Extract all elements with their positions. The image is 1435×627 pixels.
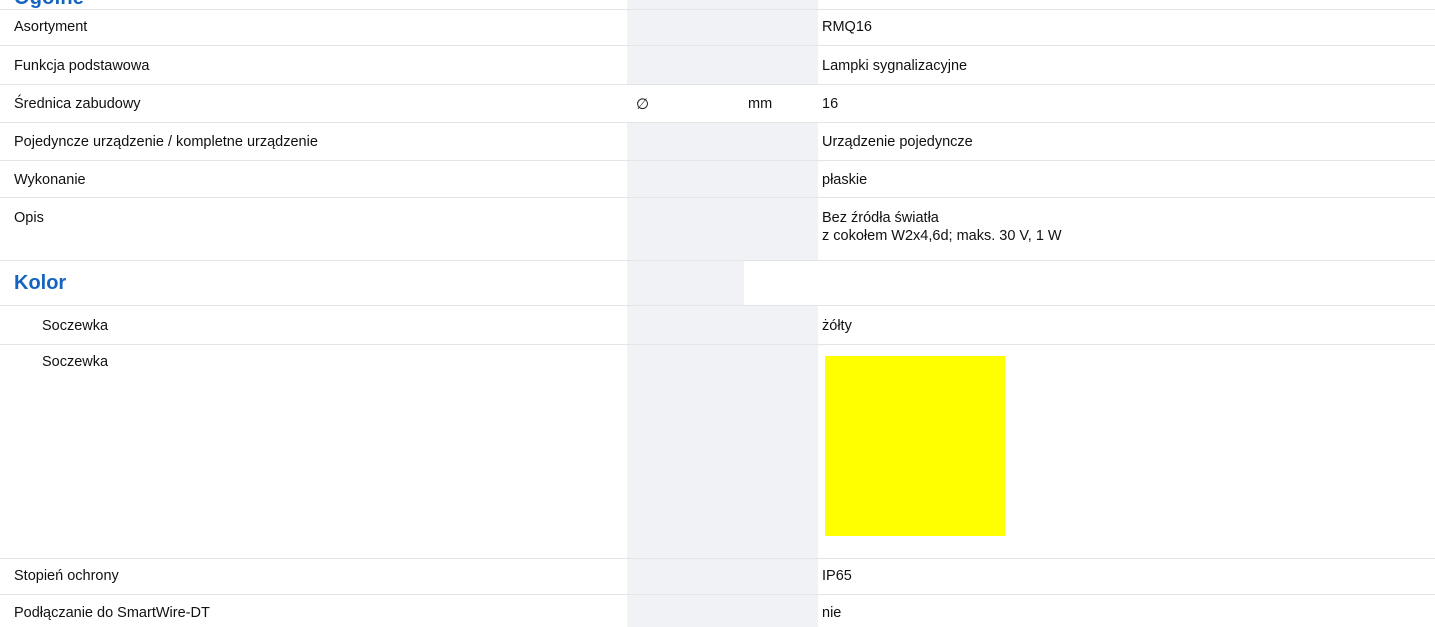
section-header-cut: Ogólne xyxy=(0,0,1435,9)
spec-unit-cell xyxy=(744,46,818,84)
spec-unit-cell xyxy=(744,161,818,197)
section-row-kolor: Kolor xyxy=(0,260,1435,305)
spec-symbol-cell xyxy=(627,10,744,45)
spec-row-stopien: Stopień ochrony IP65 xyxy=(0,558,1435,594)
spec-unit-cell xyxy=(744,10,818,45)
spec-label: Soczewka xyxy=(42,318,109,334)
spec-symbol-cell xyxy=(627,46,744,84)
spec-label: Średnica zabudowy xyxy=(14,96,141,112)
spec-row-funkcja: Funkcja podstawowa Lampki sygnalizacyjne xyxy=(0,45,1435,84)
spec-value-multiline: Bez źródła światła z cokołem W2x4,6d; ma… xyxy=(822,209,1062,245)
spec-value: Urządzenie pojedyncze xyxy=(822,134,973,150)
diameter-symbol: ∅ xyxy=(636,96,650,113)
spec-unit-cell xyxy=(744,559,818,594)
spec-symbol-cell xyxy=(627,161,744,197)
spec-value-line: z cokołem W2x4,6d; maks. 30 V, 1 W xyxy=(822,228,1062,244)
section-heading-general: Ogólne xyxy=(14,0,84,9)
spec-symbol-cell xyxy=(627,306,744,344)
spec-label: Soczewka xyxy=(42,354,109,370)
spec-unit-cell: mm xyxy=(744,85,818,122)
spec-symbol-cell xyxy=(627,345,744,558)
spec-label: Stopień ochrony xyxy=(14,568,119,584)
spec-unit-cell xyxy=(744,306,818,344)
spec-symbol-cell xyxy=(627,261,744,305)
spec-table: Ogólne Asortyment RMQ16 Funkcja podstawo… xyxy=(0,0,1435,627)
spec-label: Wykonanie xyxy=(14,172,86,188)
spec-symbol-cell xyxy=(627,123,744,160)
spec-value: Lampki sygnalizacyjne xyxy=(822,58,968,74)
spec-row-srednica: Średnica zabudowy ∅ mm 16 xyxy=(0,84,1435,122)
section-heading-kolor: Kolor xyxy=(14,272,67,294)
spec-unit-cell xyxy=(744,345,818,558)
spec-value: RMQ16 xyxy=(822,19,872,35)
spec-value: 16 xyxy=(822,96,839,112)
spec-label: Opis xyxy=(14,210,44,226)
spec-row-soczewka-swatch: Soczewka xyxy=(0,344,1435,558)
spec-label: Podłączanie do SmartWire-DT xyxy=(14,605,210,621)
spec-unit-cell xyxy=(744,198,818,260)
spec-row-smartwire: Podłączanie do SmartWire-DT nie xyxy=(0,594,1435,627)
spec-row-opis: Opis Bez źródła światła z cokołem W2x4,6… xyxy=(0,197,1435,260)
spec-value: żółty xyxy=(822,318,852,334)
spec-value: IP65 xyxy=(822,568,852,584)
spec-label: Pojedyncze urządzenie / kompletne urządz… xyxy=(14,134,318,150)
spec-row-wykonanie: Wykonanie płaskie xyxy=(0,160,1435,197)
spec-row-soczewka-kolor: Soczewka żółty xyxy=(0,305,1435,344)
spec-symbol-cell xyxy=(627,559,744,594)
spec-row-asortyment: Asortyment RMQ16 xyxy=(0,9,1435,45)
spec-value: płaskie xyxy=(822,172,868,188)
spec-label: Asortyment xyxy=(14,19,88,35)
spec-value-line: Bez źródła światła xyxy=(822,210,939,226)
spec-row-urzadzenie: Pojedyncze urządzenie / kompletne urządz… xyxy=(0,122,1435,160)
spec-symbol-cell: ∅ xyxy=(627,85,744,122)
spec-value: nie xyxy=(822,605,842,621)
spec-unit-cell xyxy=(744,123,818,160)
unit-mm: mm xyxy=(748,96,773,112)
spec-symbol-cell xyxy=(627,595,744,627)
color-swatch-yellow xyxy=(825,356,1005,536)
spec-symbol-cell xyxy=(627,198,744,260)
spec-label: Funkcja podstawowa xyxy=(14,58,150,74)
spec-unit-cell xyxy=(744,261,818,305)
spec-unit-cell xyxy=(744,595,818,627)
